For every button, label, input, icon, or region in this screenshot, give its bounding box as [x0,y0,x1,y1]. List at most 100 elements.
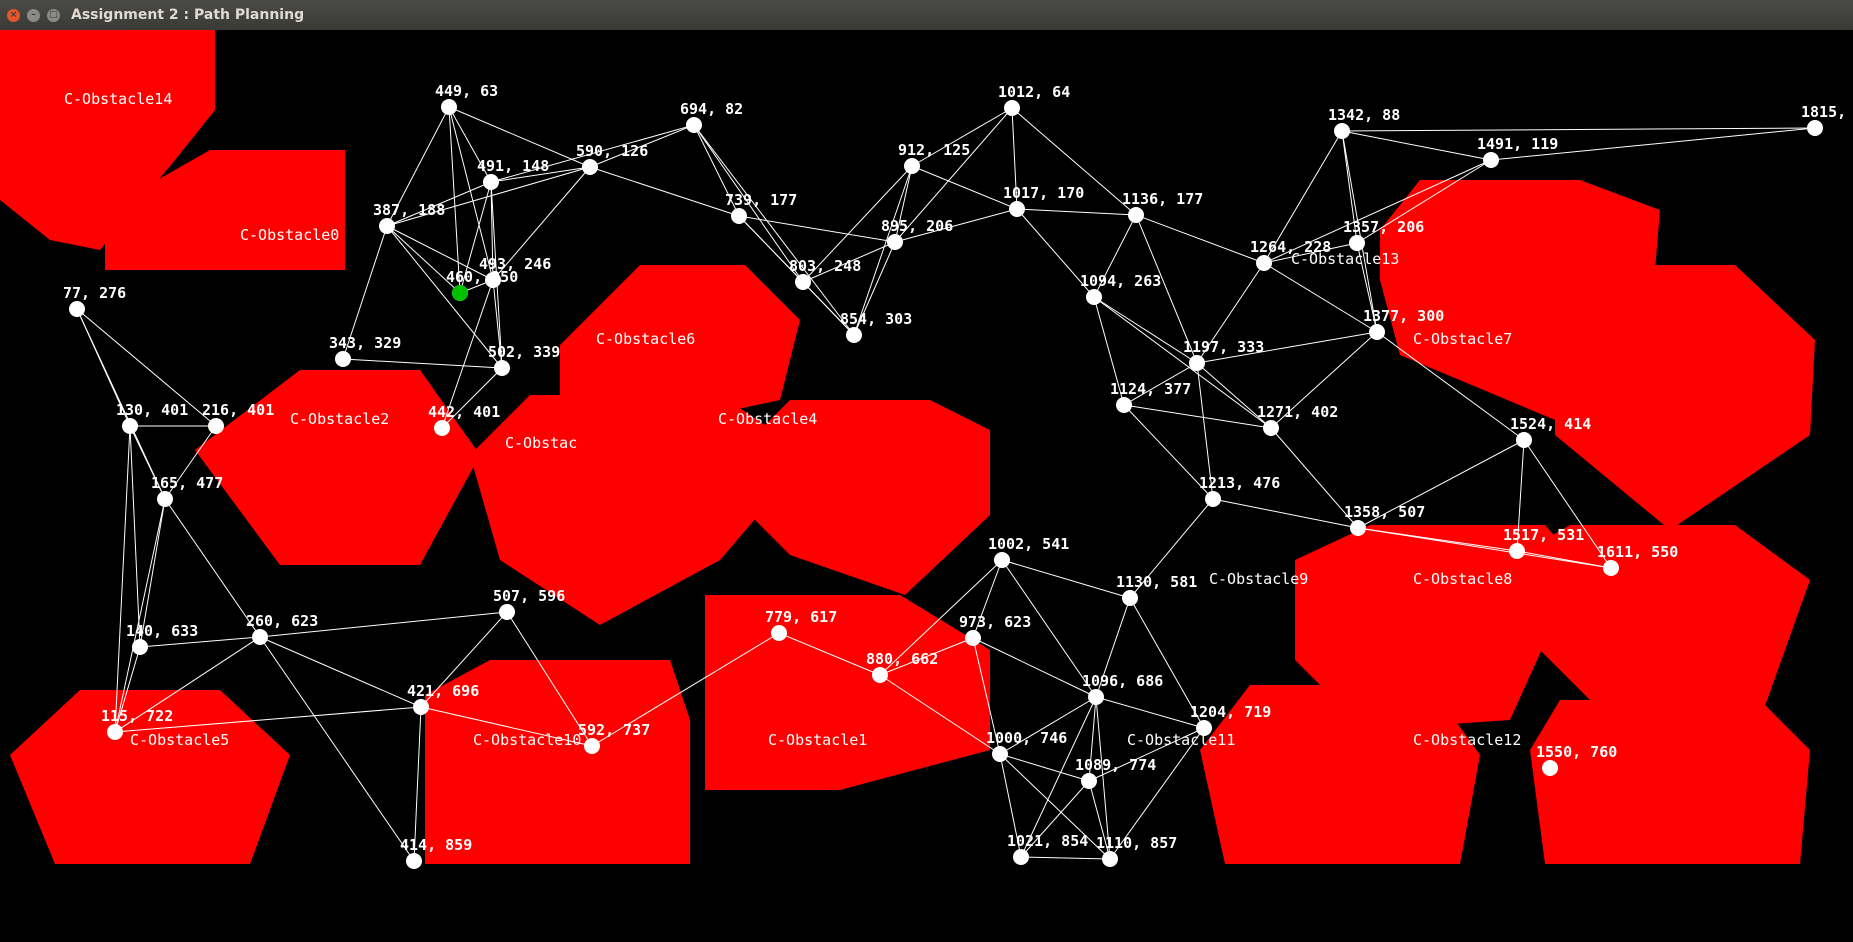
node-coordinate-label: 1204, 719 [1190,703,1271,721]
node-coordinate-label: 491, 148 [477,157,549,175]
roadmap-node[interactable] [1116,397,1132,413]
roadmap-node[interactable] [379,218,395,234]
node-coordinate-label: 1021, 854 [1007,832,1088,850]
title-bar[interactable]: × – □ Assignment 2 : Path Planning [0,0,1853,31]
roadmap-node[interactable] [1542,760,1558,776]
roadmap-edge [1001,559,1131,599]
node-coordinate-label: 260, 623 [246,612,318,630]
node-coordinate-label: 115, 722 [101,707,173,725]
node-coordinate-label: 1136, 177 [1122,190,1203,208]
roadmap-node[interactable] [69,301,85,317]
roadmap-node[interactable] [872,667,888,683]
node-coordinate-label: 414, 859 [400,836,472,854]
obstacle-label: C-Obstacle4 [718,410,817,428]
window-title: Assignment 2 : Path Planning [71,7,305,23]
obstacle-region-12 [1530,700,1810,864]
roadmap-node[interactable] [904,158,920,174]
obstacle-label: C-Obstacle2 [290,410,389,428]
node-coordinate-label: 1264, 228 [1250,238,1331,256]
node-coordinate-label: 1213, 476 [1199,474,1280,492]
roadmap-node[interactable] [1086,289,1102,305]
roadmap-node[interactable] [1081,773,1097,789]
node-coordinate-label: 1089, 774 [1075,756,1156,774]
roadmap-node[interactable] [335,351,351,367]
roadmap-node[interactable] [1009,201,1025,217]
roadmap-node[interactable] [441,99,457,115]
node-coordinate-label: 1271, 402 [1257,403,1338,421]
roadmap-node[interactable] [132,639,148,655]
minimize-icon[interactable]: – [27,9,40,22]
roadmap-node[interactable] [1603,560,1619,576]
roadmap-node[interactable] [1509,543,1525,559]
obstacle-label: C-Obstacle12 [1413,731,1521,749]
roadmap-node[interactable] [1334,123,1350,139]
roadmap-node[interactable] [208,418,224,434]
roadmap-node[interactable] [1516,432,1532,448]
node-coordinate-label: 895, 206 [881,217,953,235]
roadmap-node[interactable] [1350,520,1366,536]
roadmap-edge [1095,696,1205,729]
roadmap-edge [1016,208,1137,216]
roadmap-node[interactable] [499,604,515,620]
roadmap-node[interactable] [494,360,510,376]
roadmap-node[interactable] [1013,849,1029,865]
planning-canvas[interactable]: C-Obstacle0 C-Obstacle1 C-Obstacle2 C-Obsta… [0,30,1853,938]
roadmap-node[interactable] [582,159,598,175]
node-coordinate-label: 590, 126 [576,142,648,160]
roadmap-node[interactable] [434,420,450,436]
node-coordinate-label: 460, 250 [446,268,518,286]
node-coordinate-label: 739, 177 [725,191,797,209]
roadmap-node[interactable] [771,625,787,641]
roadmap-node[interactable] [1122,590,1138,606]
close-icon[interactable]: × [7,9,20,22]
roadmap-edge [1341,130,1492,161]
node-coordinate-label: 1342, 88 [1328,106,1400,124]
roadmap-node[interactable] [1004,100,1020,116]
roadmap-node[interactable] [122,418,138,434]
roadmap-node[interactable] [1102,851,1118,867]
roadmap-node[interactable] [1349,235,1365,251]
roadmap-node[interactable] [406,853,422,869]
obstacle-label: C-Obstacle14 [64,90,172,108]
roadmap-node[interactable] [992,746,1008,762]
roadmap-node[interactable] [887,234,903,250]
roadmap-node[interactable] [1189,355,1205,371]
roadmap-node[interactable] [994,552,1010,568]
roadmap-node[interactable] [846,327,862,343]
node-coordinate-label: 1611, 550 [1597,543,1678,561]
obstacle-label: C-Obstacle5 [130,731,229,749]
roadmap-node[interactable] [1256,255,1272,271]
roadmap-node[interactable] [1263,420,1279,436]
roadmap-node[interactable] [1807,120,1823,136]
node-coordinate-label: 1002, 541 [988,535,1069,553]
roadmap-node[interactable] [965,630,981,646]
roadmap-node[interactable] [413,699,429,715]
roadmap-node[interactable] [584,738,600,754]
roadmap-node[interactable] [731,208,747,224]
obstacle-label: C-Obstacle11 [1127,731,1235,749]
roadmap-node[interactable] [795,274,811,290]
roadmap-node[interactable] [252,629,268,645]
node-coordinate-label: 880, 662 [866,650,938,668]
roadmap-node[interactable] [1128,207,1144,223]
roadmap-edge [1135,214,1265,264]
node-coordinate-label: 507, 596 [493,587,565,605]
node-coordinate-label: 694, 82 [680,100,743,118]
roadmap-node[interactable] [483,174,499,190]
node-coordinate-label: 130, 401 [116,401,188,419]
node-coordinate-label: 1491, 119 [1477,135,1558,153]
roadmap-node[interactable] [1088,689,1104,705]
obstacle-region-4 [735,400,990,595]
roadmap-node[interactable] [157,491,173,507]
roadmap-node[interactable] [107,724,123,740]
roadmap-scene: C-Obstacle0 C-Obstacle1 C-Obstacle2 C-Obsta… [0,30,1853,869]
roadmap-node[interactable] [1483,152,1499,168]
node-coordinate-label: 592, 737 [578,721,650,739]
roadmap-edge [342,358,503,369]
maximize-icon[interactable]: □ [47,9,60,22]
roadmap-node[interactable] [1205,491,1221,507]
roadmap-node[interactable] [1196,720,1212,736]
roadmap-node[interactable] [686,117,702,133]
node-coordinate-label: 912, 125 [898,141,970,159]
roadmap-node[interactable] [1369,324,1385,340]
